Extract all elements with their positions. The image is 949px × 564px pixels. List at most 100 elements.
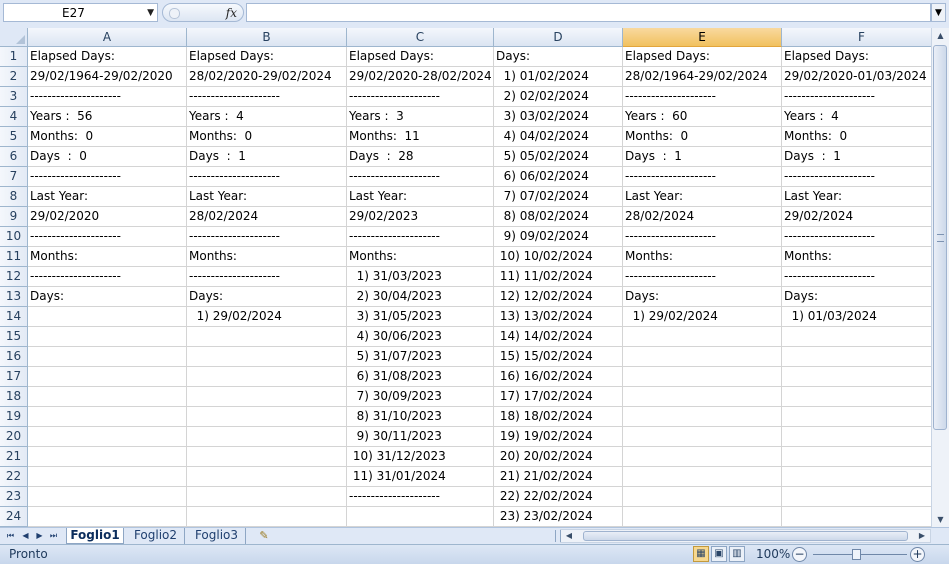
cell-d22[interactable]: 21) 21/02/2024	[494, 467, 623, 487]
cell-b18[interactable]	[187, 387, 347, 407]
row-header-18[interactable]: 18	[0, 387, 28, 407]
next-sheet-icon[interactable]: ▶	[34, 529, 45, 543]
cell-d9[interactable]: 8) 08/02/2024	[494, 207, 623, 227]
name-box[interactable]: E27 ▼	[3, 3, 158, 22]
cell-a18[interactable]	[28, 387, 187, 407]
cell-a22[interactable]	[28, 467, 187, 487]
cell-e11[interactable]: Months:	[623, 247, 782, 267]
cell-a5[interactable]: Months: 0	[28, 127, 187, 147]
cell-d23[interactable]: 22) 22/02/2024	[494, 487, 623, 507]
cell-d21[interactable]: 20) 20/02/2024	[494, 447, 623, 467]
cell-b22[interactable]	[187, 467, 347, 487]
cell-f4[interactable]: Years : 4	[782, 107, 931, 127]
cell-e23[interactable]	[623, 487, 782, 507]
cell-e12[interactable]: ---------------------	[623, 267, 782, 287]
cell-d15[interactable]: 14) 14/02/2024	[494, 327, 623, 347]
zoom-slider-handle[interactable]	[852, 549, 861, 560]
cell-f12[interactable]: ---------------------	[782, 267, 931, 287]
page-break-preview-icon[interactable]: ▥	[729, 546, 745, 562]
cell-d17[interactable]: 16) 16/02/2024	[494, 367, 623, 387]
cell-a4[interactable]: Years : 56	[28, 107, 187, 127]
cell-a2[interactable]: 29/02/1964-29/02/2020	[28, 67, 187, 87]
cell-c22[interactable]: 11) 31/01/2024	[347, 467, 494, 487]
horizontal-scrollbar[interactable]: ◀ ▶	[555, 529, 931, 543]
cell-d18[interactable]: 17) 17/02/2024	[494, 387, 623, 407]
cell-b11[interactable]: Months:	[187, 247, 347, 267]
tab-foglio3[interactable]: Foglio3	[188, 528, 246, 544]
insert-sheet-icon[interactable]: ✎	[251, 528, 277, 544]
expand-formula-bar-icon[interactable]: ▼	[931, 3, 946, 22]
row-header-16[interactable]: 16	[0, 347, 28, 367]
cell-b8[interactable]: Last Year:	[187, 187, 347, 207]
cell-c8[interactable]: Last Year:	[347, 187, 494, 207]
cell-d16[interactable]: 15) 15/02/2024	[494, 347, 623, 367]
formula-bar-grip-icon[interactable]	[169, 8, 180, 19]
cell-f21[interactable]	[782, 447, 931, 467]
cell-a12[interactable]: ---------------------	[28, 267, 187, 287]
cell-a10[interactable]: ---------------------	[28, 227, 187, 247]
cell-e21[interactable]	[623, 447, 782, 467]
tab-foglio2[interactable]: Foglio2	[127, 528, 185, 544]
insert-function-button[interactable]: fx	[162, 3, 244, 22]
cell-a21[interactable]	[28, 447, 187, 467]
cell-d14[interactable]: 13) 13/02/2024	[494, 307, 623, 327]
page-layout-view-icon[interactable]: ▣	[711, 546, 727, 562]
tab-split-handle[interactable]	[555, 530, 561, 542]
row-header-22[interactable]: 22	[0, 467, 28, 487]
cell-f24[interactable]	[782, 507, 931, 527]
cell-c1[interactable]: Elapsed Days:	[347, 47, 494, 67]
cell-f23[interactable]	[782, 487, 931, 507]
cell-f13[interactable]: Days:	[782, 287, 931, 307]
cell-f7[interactable]: ---------------------	[782, 167, 931, 187]
row-header-17[interactable]: 17	[0, 367, 28, 387]
cell-c4[interactable]: Years : 3	[347, 107, 494, 127]
cell-c12[interactable]: 1) 31/03/2023	[347, 267, 494, 287]
cell-f11[interactable]: Months:	[782, 247, 931, 267]
row-header-14[interactable]: 14	[0, 307, 28, 327]
cell-b12[interactable]: ---------------------	[187, 267, 347, 287]
cell-b13[interactable]: Days:	[187, 287, 347, 307]
column-header-a[interactable]: A	[28, 28, 187, 47]
cell-f10[interactable]: ---------------------	[782, 227, 931, 247]
column-header-d[interactable]: D	[494, 28, 623, 47]
cell-b6[interactable]: Days : 1	[187, 147, 347, 167]
cell-a8[interactable]: Last Year:	[28, 187, 187, 207]
zoom-in-icon[interactable]: +	[910, 547, 925, 562]
cell-d20[interactable]: 19) 19/02/2024	[494, 427, 623, 447]
normal-view-icon[interactable]: ▦	[693, 546, 709, 562]
column-header-c[interactable]: C	[347, 28, 494, 47]
cell-e17[interactable]	[623, 367, 782, 387]
scroll-left-icon[interactable]: ◀	[563, 530, 575, 542]
cell-d24[interactable]: 23) 23/02/2024	[494, 507, 623, 527]
row-header-15[interactable]: 15	[0, 327, 28, 347]
cell-c18[interactable]: 7) 30/09/2023	[347, 387, 494, 407]
cell-b15[interactable]	[187, 327, 347, 347]
cell-e16[interactable]	[623, 347, 782, 367]
cell-d5[interactable]: 4) 04/02/2024	[494, 127, 623, 147]
cell-f1[interactable]: Elapsed Days:	[782, 47, 931, 67]
cell-e9[interactable]: 28/02/2024	[623, 207, 782, 227]
cell-b2[interactable]: 28/02/2020-29/02/2024	[187, 67, 347, 87]
cell-d3[interactable]: 2) 02/02/2024	[494, 87, 623, 107]
cell-e22[interactable]	[623, 467, 782, 487]
cell-f8[interactable]: Last Year:	[782, 187, 931, 207]
cell-b24[interactable]	[187, 507, 347, 527]
select-all-corner[interactable]	[0, 28, 28, 47]
cell-c23[interactable]: ---------------------	[347, 487, 494, 507]
first-sheet-icon[interactable]: ⏮	[5, 529, 16, 543]
cell-f2[interactable]: 29/02/2020-01/03/2024	[782, 67, 931, 87]
cell-a11[interactable]: Months:	[28, 247, 187, 267]
cell-e6[interactable]: Days : 1	[623, 147, 782, 167]
row-header-13[interactable]: 13	[0, 287, 28, 307]
cell-c17[interactable]: 6) 31/08/2023	[347, 367, 494, 387]
tab-foglio1[interactable]: Foglio1	[66, 528, 124, 544]
cell-c16[interactable]: 5) 31/07/2023	[347, 347, 494, 367]
cell-e2[interactable]: 28/02/1964-29/02/2024	[623, 67, 782, 87]
cell-a7[interactable]: ---------------------	[28, 167, 187, 187]
cell-c14[interactable]: 3) 31/05/2023	[347, 307, 494, 327]
cell-e13[interactable]: Days:	[623, 287, 782, 307]
prev-sheet-icon[interactable]: ◀	[20, 529, 31, 543]
cell-c3[interactable]: ---------------------	[347, 87, 494, 107]
row-header-19[interactable]: 19	[0, 407, 28, 427]
row-header-6[interactable]: 6	[0, 147, 28, 167]
